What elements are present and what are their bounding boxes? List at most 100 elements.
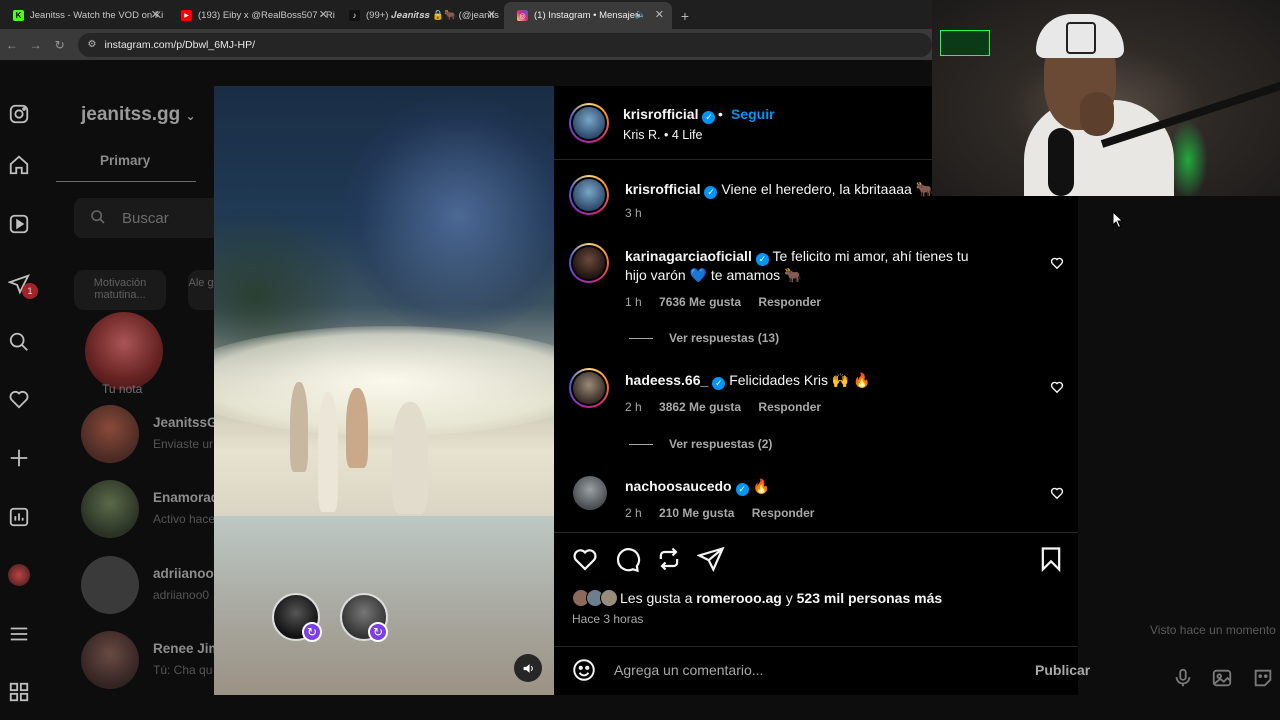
- comment-time: 2 h: [625, 506, 642, 520]
- comment-text: karinagarciaoficiall ✓ Te felicito mi amo…: [625, 247, 985, 285]
- publish-button[interactable]: Publicar: [1035, 662, 1090, 678]
- author-avatar[interactable]: [569, 103, 609, 143]
- audio-subtitle[interactable]: Kris R. • 4 Life: [623, 128, 702, 142]
- likes-conjunction: y: [785, 590, 793, 606]
- caption-username[interactable]: krisrofficial: [625, 181, 700, 197]
- address-bar[interactable]: ⚙ instagram.com/p/Dbwl_6MJ-HP/: [77, 32, 932, 57]
- comment-bubble-icon[interactable]: [613, 545, 641, 573]
- microphone-icon[interactable]: [1172, 667, 1194, 694]
- conversation-name: Renee Jim: [153, 641, 221, 656]
- new-tab-button[interactable]: +: [672, 2, 698, 29]
- heart-notifications-icon[interactable]: [7, 387, 31, 411]
- comment-avatar[interactable]: [569, 243, 609, 283]
- separator-dot: •: [718, 106, 723, 122]
- note-label: Tu nota: [102, 382, 143, 396]
- caption-meta: 3 h: [625, 206, 656, 220]
- speaker-icon[interactable]: 🔈: [635, 9, 646, 20]
- browser-tab-instagram[interactable]: ◎ (1) Instagram • Mensajes 🔈 ✕: [504, 2, 672, 29]
- video-figure: [392, 402, 428, 514]
- instagram-logo-icon[interactable]: [7, 102, 31, 126]
- forward-arrow-icon[interactable]: →: [24, 38, 48, 52]
- like-comment-heart-icon[interactable]: [1050, 486, 1064, 500]
- reply-button[interactable]: Responder: [758, 400, 821, 414]
- comment-text: nachoosaucedo ✓ 🔥: [625, 477, 985, 496]
- divider: [554, 646, 1078, 647]
- reels-icon[interactable]: [7, 212, 31, 236]
- comment-avatar[interactable]: [573, 476, 607, 510]
- comment-likes[interactable]: 210 Me gusta: [659, 506, 734, 520]
- browser-tab-bar: K Jeanitss - Watch the VOD on Ki ✕ ▶ (19…: [0, 0, 932, 29]
- webcam-microphone: [1048, 128, 1074, 196]
- comment-likes[interactable]: 7636 Me gusta: [659, 295, 741, 309]
- comment-avatar[interactable]: [569, 368, 609, 408]
- likes-summary[interactable]: Les gusta a romerooo.ag y 523 mil person…: [572, 589, 942, 607]
- profile-avatar-icon[interactable]: [7, 563, 31, 587]
- webcam-glow: [1168, 120, 1208, 196]
- emoji-icon[interactable]: [571, 657, 597, 683]
- like-comment-heart-icon[interactable]: [1050, 256, 1064, 270]
- reply-button[interactable]: Responder: [758, 295, 821, 309]
- follow-button[interactable]: Seguir: [731, 106, 775, 122]
- like-comment-heart-icon[interactable]: [1050, 380, 1064, 394]
- browser-tab-youtube[interactable]: ▶ (193) Eiby x @RealBoss507 - Ri ✕: [168, 2, 336, 29]
- post-video[interactable]: ↻ ↻: [214, 86, 554, 695]
- conversation-name: adriianoo: [153, 566, 214, 581]
- comment-username[interactable]: nachoosaucedo: [625, 478, 732, 494]
- comment-input[interactable]: Agrega un comentario...: [614, 662, 763, 678]
- collab-repost-icon: ↻: [368, 622, 388, 642]
- author-username[interactable]: krisrofficial ✓: [623, 106, 716, 124]
- save-bookmark-icon[interactable]: [1037, 545, 1065, 573]
- screen: K Jeanitss - Watch the VOD on Ki ✕ ▶ (19…: [0, 0, 1280, 720]
- verified-badge-icon: ✓: [704, 186, 718, 199]
- volume-icon[interactable]: [514, 654, 542, 682]
- tab-label: Jeanitss - Watch the VOD on Ki: [30, 10, 164, 21]
- verified-badge-icon: ✓: [755, 253, 769, 266]
- back-arrow-icon[interactable]: ←: [0, 38, 24, 52]
- tab-label: (1) Instagram • Mensajes: [534, 10, 640, 21]
- note-chip-motivacion[interactable]: Motivación matutina...: [74, 270, 166, 310]
- browser-tab-tiktok[interactable]: ♪ (99+) 𝑱𝒆𝒂𝒏𝒊𝒕𝒔𝒔 🔒🐂 (@jeanits ✕: [336, 2, 504, 29]
- site-settings-icon[interactable]: ⚙: [88, 39, 97, 50]
- repost-icon[interactable]: [655, 545, 683, 573]
- comment-text: hadeess.66_ ✓ Felicidades Kris 🙌 🔥: [625, 371, 985, 390]
- dashboard-icon[interactable]: [7, 505, 31, 529]
- browser-tab-kick[interactable]: K Jeanitss - Watch the VOD on Ki ✕: [0, 2, 168, 29]
- browser-toolbar: ← → ↻ ⚙ instagram.com/p/Dbwl_6MJ-HP/: [0, 29, 932, 60]
- image-upload-icon[interactable]: [1211, 667, 1233, 694]
- liker-username[interactable]: romerooo.ag: [696, 590, 782, 606]
- avatar: [81, 556, 139, 614]
- likes-count[interactable]: 523 mil personas más: [797, 590, 943, 606]
- comment-username[interactable]: hadeess.66_: [625, 372, 708, 388]
- menu-icon[interactable]: [7, 622, 31, 646]
- comment-body: Felicidades Kris 🙌 🔥: [729, 372, 871, 388]
- more-apps-icon[interactable]: [7, 680, 31, 704]
- close-icon[interactable]: ✕: [151, 8, 160, 21]
- reload-icon[interactable]: ↻: [48, 38, 72, 52]
- caption-avatar[interactable]: [569, 175, 609, 215]
- webcam-cap: [1036, 14, 1124, 58]
- comment-username[interactable]: karinagarciaoficiall: [625, 248, 752, 264]
- likes-prefix: Les gusta a: [620, 590, 693, 606]
- video-figure: [346, 388, 368, 468]
- verified-badge-icon: ✓: [702, 111, 716, 124]
- create-plus-icon[interactable]: [7, 446, 31, 470]
- sticker-icon[interactable]: [1252, 667, 1274, 694]
- tab-primary[interactable]: Primary: [100, 153, 150, 168]
- close-icon[interactable]: ✕: [319, 8, 328, 21]
- share-send-icon[interactable]: [696, 545, 725, 573]
- search-icon[interactable]: [7, 330, 31, 354]
- like-heart-icon[interactable]: [571, 545, 599, 573]
- close-icon[interactable]: ✕: [655, 8, 664, 21]
- dm-search-input[interactable]: Buscar: [74, 198, 234, 238]
- home-icon[interactable]: [7, 153, 31, 177]
- divider: [554, 532, 1078, 533]
- dm-account-name[interactable]: jeanitss.gg ⌄: [81, 104, 196, 126]
- messages-icon[interactable]: 1: [7, 272, 38, 299]
- my-note-avatar[interactable]: [85, 312, 163, 390]
- view-replies-button[interactable]: Ver respuestas (13): [629, 331, 779, 345]
- view-replies-button[interactable]: Ver respuestas (2): [629, 437, 772, 451]
- reply-button[interactable]: Responder: [752, 506, 815, 520]
- comment-likes[interactable]: 3862 Me gusta: [659, 400, 741, 414]
- replies-line: [629, 338, 653, 340]
- close-icon[interactable]: ✕: [487, 8, 496, 21]
